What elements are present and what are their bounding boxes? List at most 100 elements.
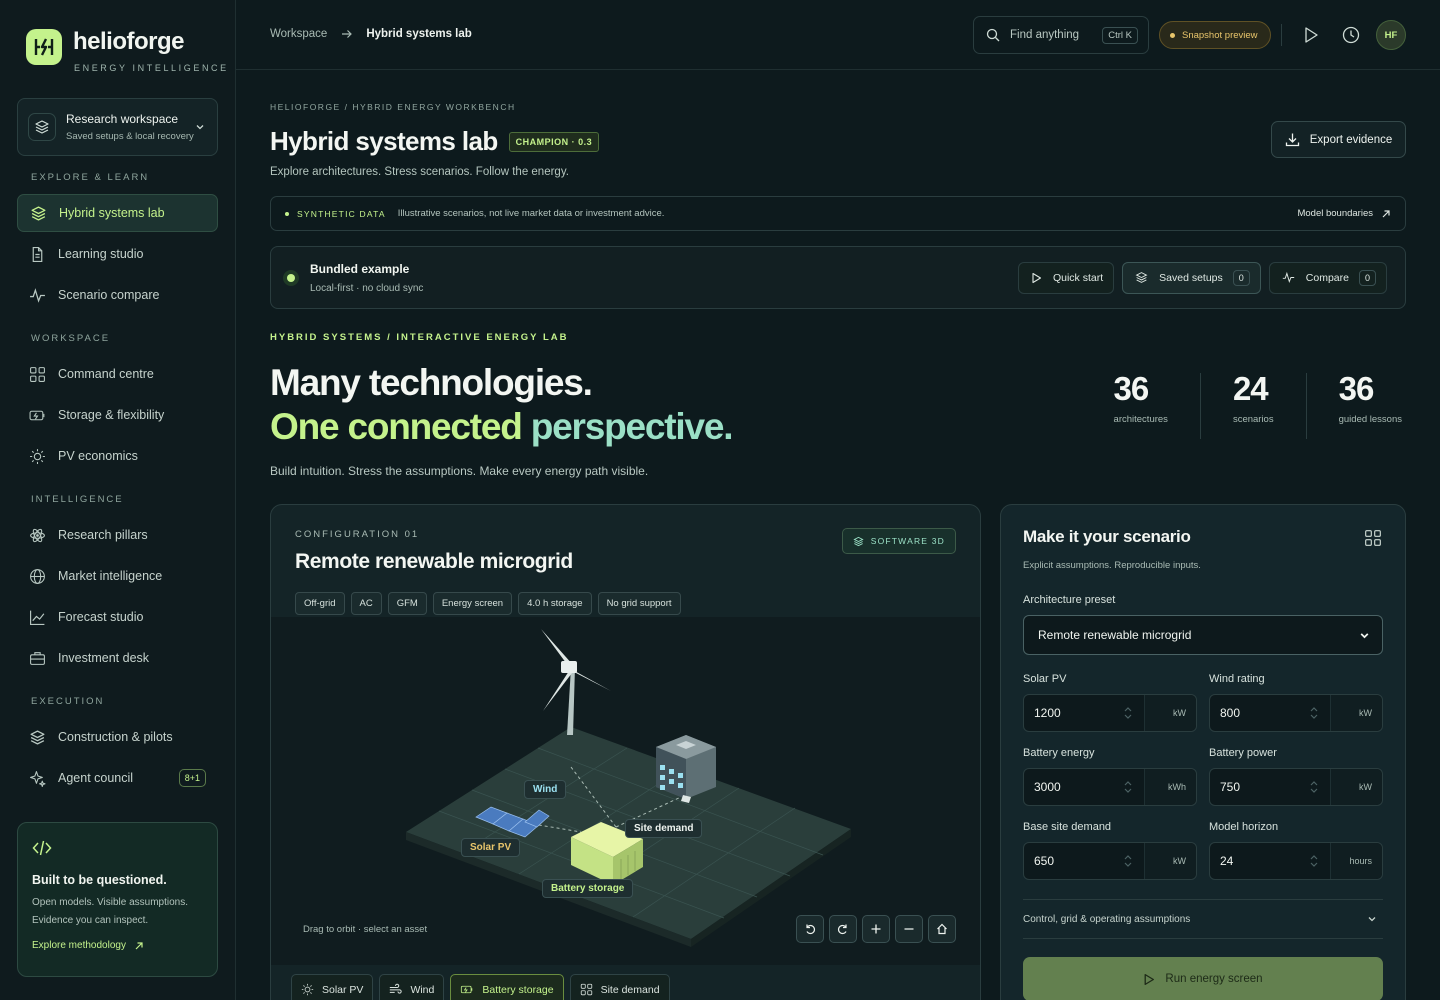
- methodology-line: Evidence you can inspect.: [32, 915, 149, 926]
- sidebar-item-construction-pilots[interactable]: Construction & pilots: [17, 718, 218, 756]
- count-badge: 0: [1232, 269, 1250, 286]
- field-label: Battery energy: [1023, 747, 1095, 759]
- scene-label-battery-storage[interactable]: Battery storage: [542, 879, 634, 898]
- model-horizon-input[interactable]: 24 hours: [1209, 842, 1383, 880]
- stepper-icon[interactable]: [1310, 779, 1318, 795]
- search-icon: [986, 28, 1000, 42]
- stepper-icon[interactable]: [1124, 705, 1132, 721]
- tab-wind[interactable]: Wind: [379, 974, 445, 1000]
- sidebar-item-pv-economics[interactable]: PV economics: [17, 437, 218, 475]
- stepper-icon[interactable]: [1310, 705, 1318, 721]
- button-label: Quick start: [1052, 271, 1104, 284]
- reset-view-button[interactable]: [928, 915, 956, 943]
- layout-toggle-button[interactable]: [1364, 529, 1382, 547]
- stepper-icon[interactable]: [1124, 779, 1132, 795]
- workspace-switcher[interactable]: Research workspace Saved setups & local …: [17, 98, 218, 156]
- scene-label-wind[interactable]: Wind: [524, 780, 567, 799]
- top-bar: Workspace Hybrid systems lab Find anythi…: [236, 0, 1440, 70]
- tab-site-demand[interactable]: Site demand: [569, 974, 670, 1000]
- redo-icon: [838, 924, 847, 935]
- run-energy-screen-button[interactable]: Run energy screen: [1023, 957, 1383, 1000]
- status-dot: [287, 273, 295, 282]
- brand-logo[interactable]: helioforge ENERGY INTELLIGENCE: [26, 29, 229, 73]
- explore-methodology-link[interactable]: Explore methodology: [32, 940, 203, 951]
- tab-label: Site demand: [600, 983, 660, 996]
- helioforge-logo-icon: [26, 29, 62, 65]
- scene-label-solar-pv[interactable]: Solar PV: [461, 838, 521, 857]
- nav-section-explore: EXPLORE & LEARN: [31, 172, 150, 183]
- arrow-up-right-icon: [135, 941, 143, 949]
- sidebar-item-label: Agent council: [58, 771, 134, 785]
- play-icon: [1305, 27, 1318, 43]
- quick-start-button[interactable]: Quick start: [1017, 261, 1115, 294]
- sidebar-item-hybrid-systems-lab[interactable]: Hybrid systems lab: [17, 194, 218, 232]
- snapshot-preview-badge[interactable]: Snapshot preview: [1159, 21, 1271, 49]
- grid-icon: [580, 983, 592, 996]
- stat-label: scenarios: [1232, 414, 1274, 425]
- export-label: Export evidence: [1309, 133, 1393, 146]
- stepper-icon[interactable]: [1124, 853, 1132, 869]
- hero-subtitle: Build intuition. Stress the assumptions.…: [270, 464, 649, 478]
- zoom-in-button[interactable]: [862, 915, 890, 943]
- sidebar-item-storage-flexibility[interactable]: Storage & flexibility: [17, 396, 218, 434]
- software-3d-badge[interactable]: SOFTWARE 3D: [841, 528, 956, 554]
- hero-headline-2b: perspective.: [530, 406, 734, 447]
- battery-energy-input[interactable]: 3000 kWh: [1023, 768, 1197, 806]
- sidebar-item-label: Investment desk: [58, 651, 150, 665]
- stat-label: guided lessons: [1338, 414, 1402, 425]
- sidebar-item-learning-studio[interactable]: Learning studio: [17, 235, 218, 273]
- sidebar: helioforge ENERGY INTELLIGENCE Research …: [0, 0, 236, 1000]
- export-evidence-button[interactable]: Export evidence: [1271, 121, 1406, 158]
- microgrid-3d-scene[interactable]: Wind Site demand Solar PV Battery storag…: [271, 617, 980, 965]
- sidebar-item-market-intelligence[interactable]: Market intelligence: [17, 557, 218, 595]
- solar-pv-input[interactable]: 1200 kW: [1023, 694, 1197, 732]
- pulse-icon: [1282, 271, 1294, 284]
- status-dot: [1170, 32, 1175, 38]
- stepper-icon[interactable]: [1310, 853, 1318, 869]
- saved-setups-button[interactable]: Saved setups 0: [1122, 261, 1261, 294]
- global-search[interactable]: Find anything Ctrl K: [973, 16, 1149, 54]
- base-site-demand-input[interactable]: 650 kW: [1023, 842, 1197, 880]
- globe-icon: [30, 568, 45, 584]
- sidebar-item-forecast-studio[interactable]: Forecast studio: [17, 598, 218, 636]
- model-boundaries-link[interactable]: Model boundaries: [1297, 208, 1391, 219]
- wind-turbine[interactable]: [541, 629, 611, 735]
- sidebar-item-scenario-compare[interactable]: Scenario compare: [17, 276, 218, 314]
- sidebar-item-investment-desk[interactable]: Investment desk: [17, 639, 218, 677]
- play-button[interactable]: [1302, 25, 1320, 45]
- sidebar-item-research-pillars[interactable]: Research pillars: [17, 516, 218, 554]
- nav-section-intelligence: INTELLIGENCE: [31, 494, 124, 505]
- wind-rating-input[interactable]: 800 kW: [1209, 694, 1383, 732]
- scene-label-site-demand[interactable]: Site demand: [625, 819, 703, 838]
- battery-power-input[interactable]: 750 kW: [1209, 768, 1383, 806]
- rotate-left-button[interactable]: [796, 915, 824, 943]
- sidebar-item-label: Learning studio: [58, 247, 144, 261]
- link-label: Explore methodology: [32, 940, 126, 951]
- tab-label: Solar PV: [322, 983, 364, 996]
- breadcrumb-workspace[interactable]: Workspace: [270, 28, 327, 40]
- sidebar-item-label: Market intelligence: [58, 569, 163, 583]
- grid-icon: [30, 366, 45, 382]
- notice-tag-label: SYNTHETIC DATA: [297, 208, 386, 219]
- unit-label: kW: [1330, 695, 1382, 731]
- bundle-subtitle: Local-first · no cloud sync: [310, 282, 424, 294]
- home-icon: [937, 923, 947, 935]
- zoom-out-button[interactable]: [895, 915, 923, 943]
- select-value: Remote renewable microgrid: [1038, 628, 1192, 642]
- architecture-preset-select[interactable]: Remote renewable microgrid: [1023, 615, 1383, 655]
- assumptions-accordion[interactable]: Control, grid & operating assumptions: [1023, 899, 1383, 939]
- tab-solar-pv[interactable]: Solar PV: [291, 974, 374, 1000]
- tab-battery-storage[interactable]: Battery storage: [450, 974, 564, 1000]
- methodology-line: Open models. Visible assumptions.: [32, 897, 189, 908]
- avatar[interactable]: HF: [1376, 20, 1406, 50]
- history-button[interactable]: [1341, 25, 1361, 45]
- compare-button[interactable]: Compare 0: [1268, 261, 1387, 294]
- rotate-right-button[interactable]: [829, 915, 857, 943]
- sidebar-item-agent-council[interactable]: Agent council 8+1: [17, 759, 218, 797]
- layers-icon: [853, 536, 864, 546]
- sidebar-item-command-centre[interactable]: Command centre: [17, 355, 218, 393]
- config-eyebrow: CONFIGURATION 01: [295, 529, 420, 540]
- play-icon: [1032, 272, 1042, 283]
- config-chip: GFM: [387, 592, 427, 615]
- button-label: Run energy screen: [1165, 973, 1263, 985]
